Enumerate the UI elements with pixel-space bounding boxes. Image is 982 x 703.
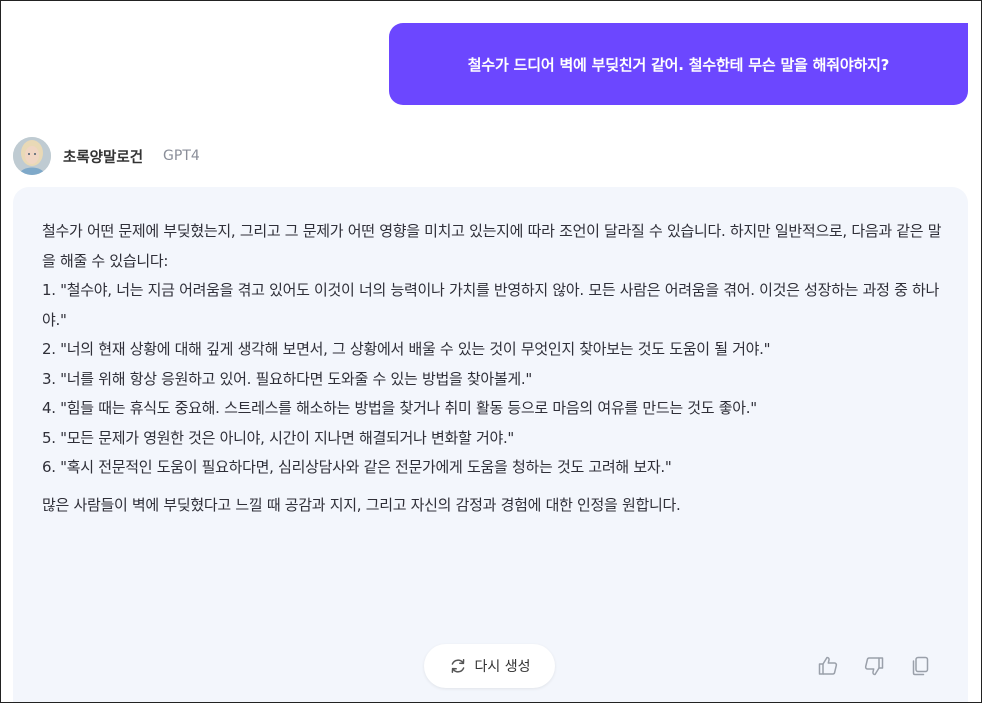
response-closing: 많은 사람들이 벽에 부딪혔다고 느낄 때 공감과 지지, 그리고 자신의 감정…	[42, 495, 681, 514]
regenerate-button[interactable]: 다시 생성	[424, 644, 555, 688]
regenerate-label: 다시 생성	[474, 659, 531, 675]
bot-response-content: 철수가 어떤 문제에 부딪혔는지, 그리고 그 문제가 어떤 영향을 미치고 있…	[42, 217, 947, 520]
refresh-icon	[449, 657, 467, 675]
portrait-avatar-icon	[13, 137, 51, 175]
bot-model-label: GPT4	[163, 148, 200, 164]
response-item: 5. "모든 문제가 영원한 것은 아니야, 시간이 지나면 해결되거나 변화할…	[42, 428, 515, 447]
thumbs-up-icon[interactable]	[815, 653, 841, 679]
bot-response-card: 철수가 어떤 문제에 부딪혔는지, 그리고 그 문제가 어떤 영향을 미치고 있…	[13, 187, 968, 702]
bot-avatar	[13, 137, 51, 175]
response-intro: 철수가 어떤 문제에 부딪혔는지, 그리고 그 문제가 어떤 영향을 미치고 있…	[42, 222, 942, 270]
response-item: 1. "철수야, 너는 지금 어려움을 겪고 있어도 이것이 너의 능력이나 가…	[42, 281, 940, 329]
response-item: 3. "너를 위해 항상 응원하고 있어. 필요하다면 도와줄 수 있는 방법을…	[42, 369, 532, 388]
response-item: 6. "혹시 전문적인 도움이 필요하다면, 심리상담사와 같은 전문가에게 도…	[42, 458, 672, 476]
bot-name: 초록양말로건	[63, 149, 144, 166]
response-actions	[815, 653, 933, 679]
thumbs-down-icon[interactable]	[861, 653, 887, 679]
user-message-bubble: 철수가 드디어 벽에 부딪친거 같어. 철수한테 무슨 말을 해줘야하지?	[389, 23, 968, 105]
user-message-text: 철수가 드디어 벽에 부딪친거 같어. 철수한테 무슨 말을 해줘야하지?	[467, 55, 890, 74]
chat-window: 철수가 드디어 벽에 부딪친거 같어. 철수한테 무슨 말을 해줘야하지? 초록…	[0, 0, 982, 703]
copy-icon[interactable]	[907, 653, 933, 679]
bot-header: 초록양말로건 GPT4	[13, 136, 200, 176]
response-item: 4. "힘들 때는 휴식도 중요해. 스트레스를 해소하는 방법을 찾거나 취미…	[42, 399, 757, 417]
response-item: 2. "너의 현재 상황에 대해 깊게 생각해 보면서, 그 상황에서 배울 수…	[42, 340, 771, 358]
